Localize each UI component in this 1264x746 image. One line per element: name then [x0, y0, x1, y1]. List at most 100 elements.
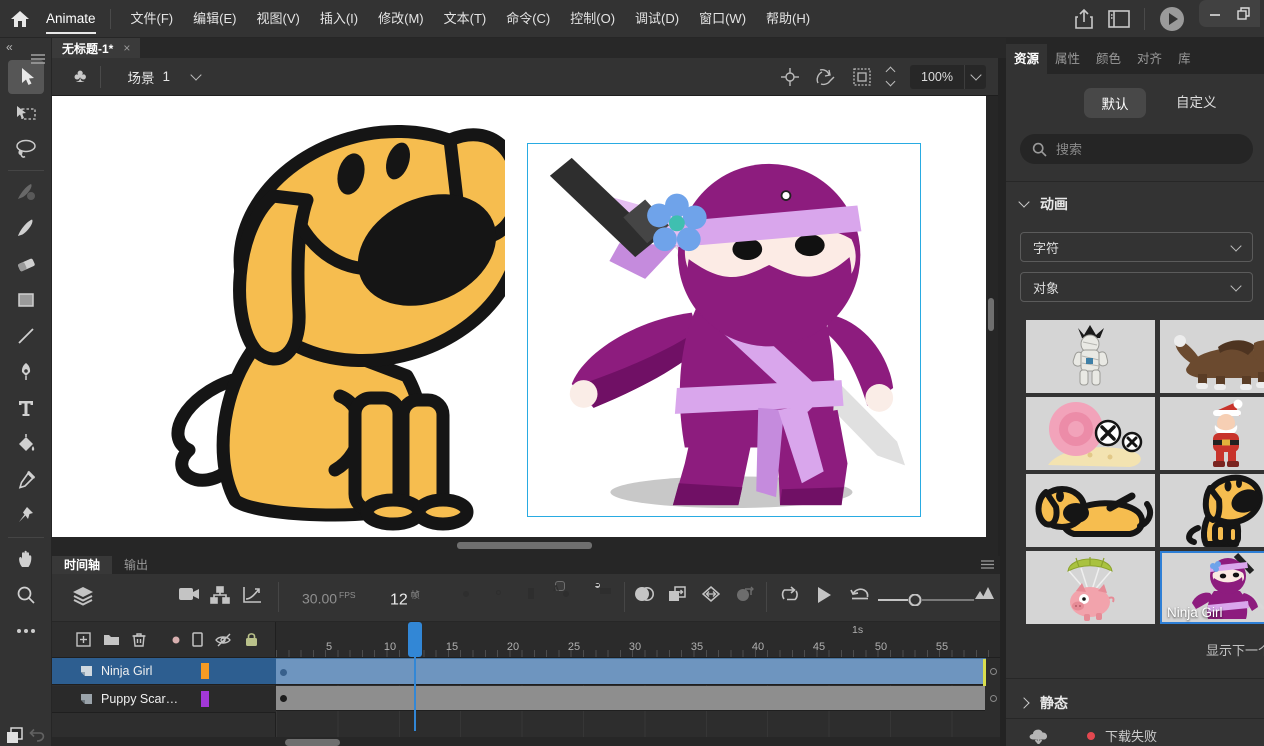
create-classic-tween-icon[interactable]: [702, 586, 720, 602]
menu-help[interactable]: 帮助(H): [756, 0, 820, 38]
timeline-scrollbar-thumb[interactable]: [285, 739, 340, 746]
classic-brush-tool[interactable]: [8, 211, 44, 245]
highlight-layer-dot-icon[interactable]: [172, 636, 180, 644]
more-tools-icon[interactable]: [8, 614, 44, 648]
stage[interactable]: [52, 96, 986, 537]
zoom-chevron-down-icon[interactable]: [964, 65, 986, 89]
asset-tile-ninja-girl[interactable]: Ninja Girl: [1160, 551, 1264, 624]
edit-scene-icon[interactable]: ♣: [52, 66, 100, 88]
menu-view[interactable]: 视图(V): [246, 0, 309, 38]
restore-window-icon[interactable]: [1237, 7, 1250, 20]
layer-row-ninja-girl[interactable]: Ninja Girl: [52, 658, 276, 685]
menu-window[interactable]: 窗口(W): [689, 0, 756, 38]
cloud-download-icon[interactable]: [1028, 727, 1049, 744]
menu-insert[interactable]: 插入(I): [310, 0, 368, 38]
asset-tile-mummy[interactable]: [1026, 320, 1155, 393]
frame-rate-value[interactable]: 30.00FPS: [302, 590, 356, 607]
layer-outline-toggle[interactable]: [990, 668, 997, 675]
puppy-drawing[interactable]: [155, 108, 505, 535]
minimize-icon[interactable]: [1209, 7, 1221, 19]
close-tab-icon[interactable]: ×: [123, 41, 130, 55]
character-filter-dropdown[interactable]: 字符: [1020, 232, 1253, 262]
asset-tile-wolf[interactable]: [1160, 320, 1264, 393]
clip-content-icon[interactable]: [853, 68, 871, 86]
tab-properties[interactable]: 属性: [1047, 44, 1088, 74]
custom-mode-button[interactable]: 自定义: [1168, 88, 1225, 118]
playhead[interactable]: [408, 622, 422, 657]
collapse-panel-icon[interactable]: «: [6, 40, 11, 54]
menu-debug[interactable]: 调试(D): [625, 0, 689, 38]
lasso-tool[interactable]: [8, 132, 44, 166]
ninja-drawing[interactable]: [528, 144, 919, 515]
tab-output[interactable]: 输出: [112, 556, 160, 574]
undo-icon[interactable]: [28, 728, 46, 743]
camera-icon[interactable]: [178, 586, 200, 602]
tab-assets[interactable]: 资源: [1006, 44, 1047, 74]
ninja-selection-bounds[interactable]: [527, 143, 921, 517]
rotate-stage-icon[interactable]: [815, 68, 837, 86]
loop-playback-icon[interactable]: [780, 586, 800, 603]
timeline-zoom-fit-icon[interactable]: [974, 586, 994, 600]
frame-picker-icon[interactable]: [736, 586, 754, 602]
layers-panel-icon[interactable]: [72, 586, 94, 606]
menu-modify[interactable]: 修改(M): [368, 0, 434, 38]
asset-tile-pig-parachute[interactable]: [1026, 551, 1155, 624]
symbol-swap-icon[interactable]: [6, 727, 23, 744]
pen-tool[interactable]: [8, 355, 44, 389]
track-span-puppy[interactable]: [276, 686, 985, 711]
scene-chevron-down-icon[interactable]: [190, 69, 201, 80]
line-tool[interactable]: [8, 319, 44, 353]
hide-layers-icon[interactable]: [215, 633, 233, 647]
keyframe-dot[interactable]: [280, 695, 287, 702]
tab-color[interactable]: 颜色: [1088, 44, 1129, 74]
rewind-icon[interactable]: [850, 586, 870, 601]
tab-library[interactable]: 库: [1170, 44, 1199, 74]
eraser-tool[interactable]: [8, 247, 44, 281]
create-tween-icon[interactable]: [668, 586, 686, 602]
search-box[interactable]: [1020, 134, 1253, 164]
default-mode-button[interactable]: 默认: [1084, 88, 1146, 118]
share-icon[interactable]: [1074, 8, 1094, 30]
home-icon[interactable]: [0, 11, 40, 27]
center-stage-icon[interactable]: [781, 68, 799, 86]
layer-outline-toggle[interactable]: [990, 695, 997, 702]
new-folder-icon[interactable]: [103, 633, 120, 646]
play-icon[interactable]: [816, 586, 832, 604]
stage-horizontal-scrollbar[interactable]: [457, 542, 592, 549]
paint-bucket-tool[interactable]: [8, 427, 44, 461]
workspace-icon[interactable]: [1108, 10, 1130, 28]
delete-layer-icon[interactable]: [132, 632, 146, 647]
subselection-tool[interactable]: [8, 96, 44, 130]
zoom-tool[interactable]: [8, 578, 44, 612]
selection-tool[interactable]: [8, 60, 44, 94]
asset-tile-snail[interactable]: [1026, 397, 1155, 470]
timeline-panel-menu-icon[interactable]: [981, 560, 994, 569]
section-static[interactable]: 静态: [1020, 693, 1068, 713]
onion-skin-icon[interactable]: [634, 586, 654, 602]
document-tab[interactable]: 无标题-1* ×: [52, 38, 140, 58]
tools-menu-icon[interactable]: [31, 54, 45, 64]
menu-file[interactable]: 文件(F): [121, 0, 184, 38]
section-animation[interactable]: 动画: [1020, 194, 1068, 214]
fluid-brush-tool[interactable]: [8, 175, 44, 209]
layer-color-swatch[interactable]: [201, 663, 209, 679]
object-filter-dropdown[interactable]: 对象: [1020, 272, 1253, 302]
tab-align[interactable]: 对齐: [1129, 44, 1170, 74]
asset-tile-santa[interactable]: [1160, 397, 1264, 470]
hand-tool[interactable]: [8, 542, 44, 576]
current-frame-value[interactable]: 12帧: [390, 588, 420, 609]
stage-vertical-scrollbar[interactable]: [988, 298, 994, 331]
rectangle-tool[interactable]: [8, 283, 44, 317]
layer-color-swatch[interactable]: [201, 691, 209, 707]
test-movie-play-icon[interactable]: [1159, 6, 1185, 32]
zoom-level-dropdown[interactable]: 100%: [910, 65, 986, 89]
tab-timeline[interactable]: 时间轴: [52, 556, 112, 574]
show-next-link[interactable]: 显示下一个: [1206, 640, 1264, 659]
menu-edit[interactable]: 编辑(E): [183, 0, 246, 38]
app-title[interactable]: Animate: [40, 0, 110, 38]
asset-tile-dog-sitting[interactable]: [1160, 474, 1264, 547]
eyedropper-tool[interactable]: [8, 463, 44, 497]
menu-commands[interactable]: 命令(C): [496, 0, 560, 38]
outline-view-icon[interactable]: [192, 632, 203, 647]
asset-warp-pin-tool[interactable]: [8, 499, 44, 533]
